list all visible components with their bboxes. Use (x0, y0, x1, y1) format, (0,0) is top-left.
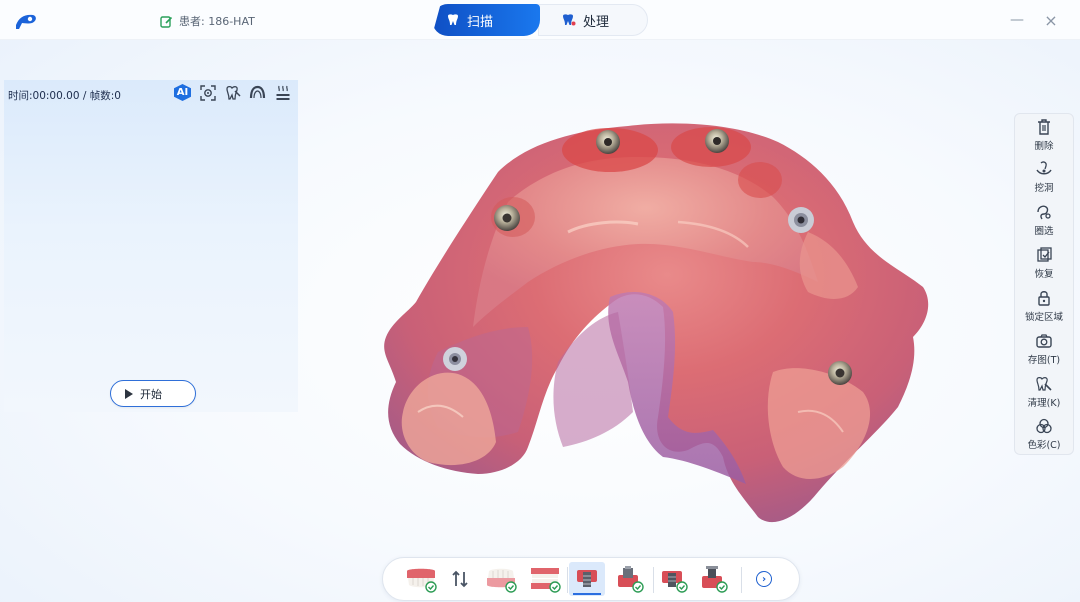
lock-icon (1038, 291, 1050, 306)
bite-icon (531, 568, 561, 593)
swap-jaws-button[interactable] (449, 562, 471, 596)
edit-toolbar: 删除 挖洞 圈选 恢复 锁定区域 存图(T) 清理(K) 色彩(C) (1014, 113, 1074, 455)
lock-region-button[interactable]: 锁定区域 (1015, 289, 1073, 329)
tooth-scan-icon (448, 14, 458, 25)
ai-button[interactable]: AI (173, 83, 192, 102)
timeline-readout: 时间:00:00.00 / 帧数:0 (8, 90, 121, 102)
ai-icon: AI (174, 84, 191, 101)
clean-icon (1036, 377, 1052, 391)
minimize-icon: — (1010, 12, 1024, 28)
clean-label: 清理(K) (1027, 398, 1061, 409)
heat-icon (276, 85, 289, 100)
play-icon (125, 388, 133, 399)
lasso-select-icon (1037, 205, 1051, 220)
start-label: 开始 (140, 387, 162, 401)
dig-hole-label: 挖洞 (1034, 183, 1054, 194)
mode-tabs: 扫描 处理 (432, 4, 648, 36)
lock-region-label: 锁定区域 (1024, 312, 1063, 323)
toolbar-divider (653, 567, 654, 593)
app-logo (16, 14, 36, 29)
tooth-brush-icon (225, 85, 241, 100)
tooth-process-icon (563, 14, 576, 26)
clean-button[interactable]: 清理(K) (1015, 375, 1073, 415)
minimize-button[interactable]: — (1008, 11, 1026, 29)
focus-button[interactable] (198, 83, 217, 102)
save-image-button[interactable]: 存图(T) (1015, 332, 1073, 372)
chevron-right-icon: › (756, 571, 772, 587)
stage-bite[interactable] (527, 562, 563, 596)
lower-jaw-icon (487, 568, 517, 593)
implant-upper-icon (662, 571, 688, 593)
delete-label: 删除 (1034, 141, 1054, 152)
color-label: 色彩(C) (1027, 440, 1061, 451)
tab-scan-label: 扫描 (467, 14, 494, 30)
arch-mode-button[interactable] (248, 83, 267, 102)
lasso-select-label: 圈选 (1034, 226, 1054, 237)
restore-label: 恢复 (1034, 269, 1054, 280)
start-button[interactable]: 开始 (110, 380, 196, 407)
tab-process[interactable]: 处理 (538, 4, 648, 36)
stage-implant-lower[interactable] (697, 562, 731, 596)
save-image-label: 存图(T) (1027, 355, 1061, 366)
heat-button[interactable] (273, 83, 292, 102)
stage-implant-upper[interactable] (657, 562, 691, 596)
upper-jaw-icon (407, 568, 437, 593)
swap-jaws-icon (452, 570, 468, 588)
delete-button[interactable]: 删除 (1015, 118, 1073, 158)
close-button[interactable]: × (1042, 10, 1060, 30)
scan-body-lower-icon (618, 566, 644, 593)
edit-icon[interactable] (160, 15, 173, 28)
patient-info[interactable]: 患者: 186-HAT (160, 13, 255, 29)
dig-hole-icon (1036, 161, 1052, 175)
focus-frame-icon (199, 84, 216, 101)
scan-options: AI (173, 83, 292, 102)
dental-arch-model (384, 123, 929, 523)
camera-icon (1036, 334, 1052, 348)
restore-icon (1037, 247, 1052, 262)
dig-hole-button[interactable]: 挖洞 (1015, 160, 1073, 200)
tab-process-label: 处理 (583, 14, 610, 30)
title-bar: 患者: 186-HAT 扫描 处理 — × (0, 0, 1080, 40)
tab-scan[interactable]: 扫描 (432, 4, 540, 36)
trash-icon (1038, 119, 1050, 135)
color-icon (1036, 418, 1052, 434)
scan-model-viewport[interactable] (378, 112, 938, 532)
stage-scan-body-upper[interactable] (569, 562, 605, 596)
stage-scan-body-lower[interactable] (613, 562, 647, 596)
stage-lower-jaw[interactable] (483, 562, 519, 596)
scan-info-panel: 时间:00:00.00 / 帧数:0 AI 开始 (4, 80, 298, 412)
toolbar-divider (741, 567, 742, 593)
color-button[interactable]: 色彩(C) (1015, 417, 1073, 457)
jaw-stage-toolbar: › (382, 557, 800, 601)
close-icon: × (1044, 10, 1058, 30)
scan-body-upper-icon (577, 570, 597, 587)
lasso-select-button[interactable]: 圈选 (1015, 203, 1073, 243)
patient-label: 患者: 186-HAT (179, 15, 255, 28)
arch-icon (249, 85, 266, 98)
toolbar-divider (567, 567, 568, 593)
restore-button[interactable]: 恢复 (1015, 246, 1073, 286)
stage-upper-jaw[interactable] (403, 562, 439, 596)
tooth-mode-button[interactable] (223, 83, 242, 102)
implant-lower-icon (702, 566, 728, 593)
next-stage-button[interactable]: › (751, 562, 777, 596)
